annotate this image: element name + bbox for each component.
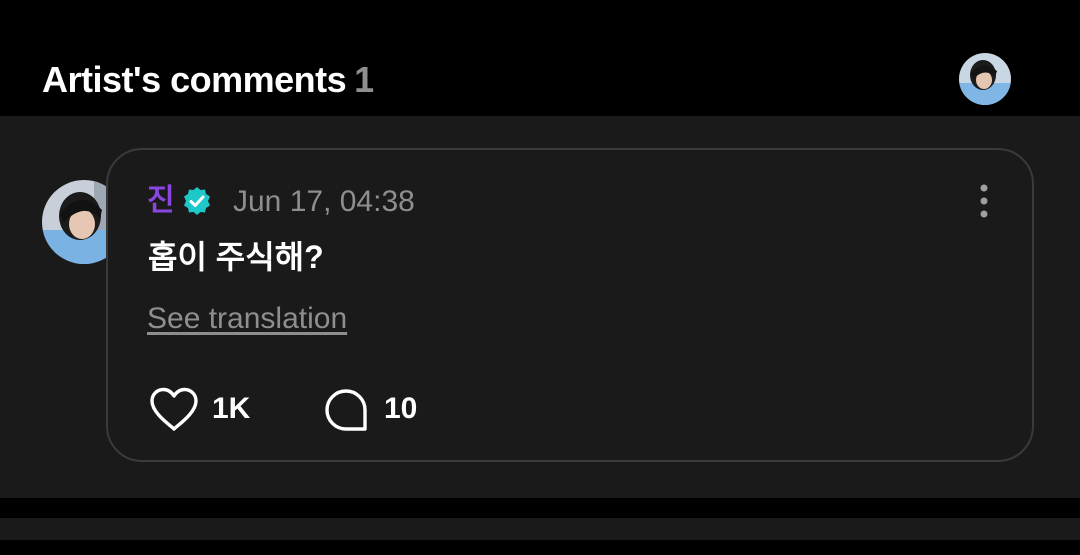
more-options-button[interactable] — [966, 180, 1002, 222]
header-avatar[interactable] — [959, 53, 1011, 105]
heart-icon — [150, 387, 198, 431]
section-title-text: Artist's comments — [42, 59, 347, 100]
verified-badge-icon — [184, 187, 210, 215]
comment-body: 홉이 주식해? — [148, 239, 324, 275]
bottom-divider — [0, 518, 1080, 540]
section-title: Artist's comments 1 — [42, 58, 374, 102]
comment-bubble-icon — [325, 389, 367, 431]
like-count: 1K — [212, 392, 251, 425]
comment-count: 1 — [354, 59, 374, 100]
avatar-image — [959, 53, 1011, 105]
like-button[interactable]: 1K — [148, 384, 268, 432]
artist-comments-screen: Artist's comments 1 진 Jun 17, 04:38 홉이 주… — [0, 0, 1080, 555]
reply-count: 10 — [384, 392, 418, 425]
section-header: Artist's comments 1 — [0, 0, 1080, 116]
see-translation-link[interactable]: See translation — [147, 300, 347, 338]
author-name[interactable]: 진 — [147, 182, 175, 220]
reply-button[interactable]: 10 — [322, 384, 442, 432]
comment-timestamp: Jun 17, 04:38 — [233, 185, 415, 218]
more-vertical-icon — [980, 184, 988, 218]
